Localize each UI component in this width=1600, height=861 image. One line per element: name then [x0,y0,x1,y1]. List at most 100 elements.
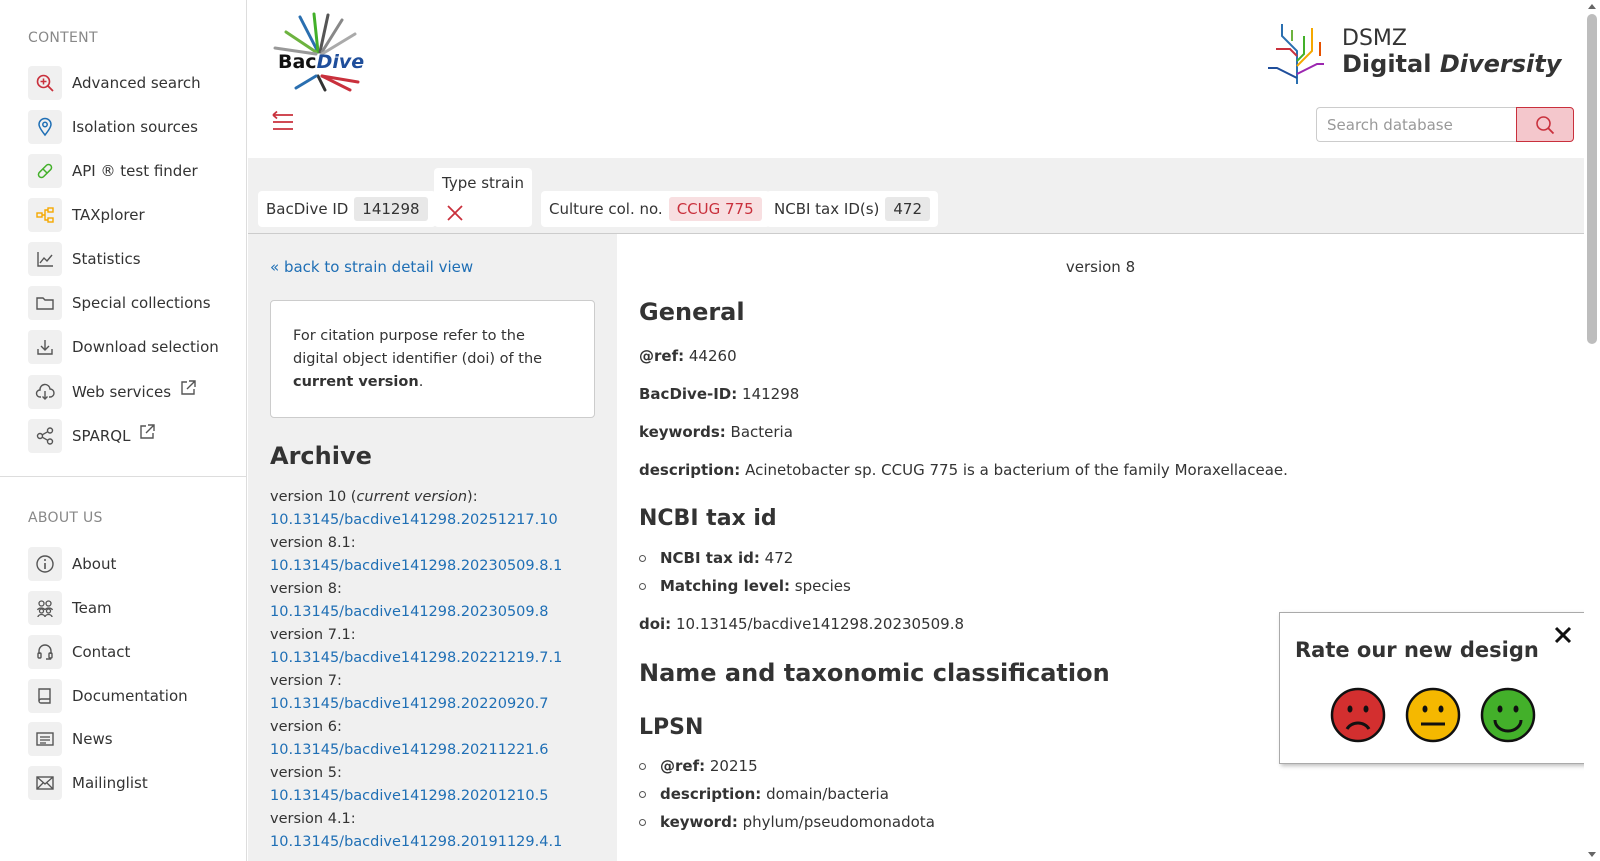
back-to-detail-link[interactable]: « back to strain detail view [270,258,473,276]
pill-icon [28,154,62,188]
archive-doi-link[interactable]: 10.13145/bacdive141298.20251217.10 [270,509,610,532]
archive-doi-link[interactable]: 10.13145/bacdive141298.20220920.7 [270,693,610,716]
strain-info-bar: BacDive ID 141298 Type strain Culture co… [248,158,1584,234]
info-icon [28,547,62,581]
rating-popup: Rate our new design [1279,612,1590,764]
citation-end: . [418,374,424,390]
field-label: keywords: [639,423,726,441]
neutral-face-icon[interactable] [1405,687,1461,743]
ncbi-tax-value: 472 [885,197,931,221]
page-scrollbar[interactable] [1584,0,1600,861]
bacdive-id-value: 141298 [354,197,428,221]
sidebar-item-about[interactable]: About [28,547,238,581]
culture-collection-chip: Culture col. no. CCUG 775 [541,191,770,227]
menu-toggle-icon[interactable] [270,110,296,136]
sidebar-item-news[interactable]: News [28,722,238,756]
current-version-italic: current version [356,489,468,505]
sidebar-item-advanced-search[interactable]: Advanced search [28,66,238,100]
sidebar-item-web-services[interactable]: Web services [28,375,238,409]
archive-title: Archive [270,442,372,470]
folder-icon [28,286,62,320]
archive-doi-link[interactable]: 10.13145/bacdive141298.20211221.6 [270,739,610,762]
search-icon [1536,115,1555,134]
sidebar-item-label: Statistics [72,250,141,268]
type-strain-label: Type strain [442,174,524,192]
sidebar-item-api-test-finder[interactable]: API ® test finder [28,154,238,188]
sidebar-item-team[interactable]: Team [28,591,238,625]
dsmz-tree-icon [1268,24,1324,84]
field-ncbi-taxid: NCBI tax id: 472 [639,549,793,567]
sidebar-item-download-selection[interactable]: Download selection [28,330,238,364]
field-label: description: [639,461,741,479]
sidebar-item-sparql[interactable]: SPARQL [28,419,238,453]
sidebar-item-label: Download selection [72,338,219,356]
sidebar-item-label: SPARQL [72,427,131,445]
search-input[interactable] [1316,107,1516,142]
share-nodes-icon [28,419,62,453]
field-value: Acinetobacter sp. CCUG 775 is a bacteriu… [745,461,1288,479]
section-lpsn-title: LPSN [639,715,704,740]
dsmz-title: DSMZ [1342,26,1407,51]
bacdive-logo[interactable]: BacDive [270,12,370,92]
cloud-download-icon [28,375,62,409]
sidebar-item-statistics[interactable]: Statistics [28,242,238,276]
field-label: @ref: [660,757,706,775]
sidebar-item-label: Mailinglist [72,774,148,792]
section-general-title: General [639,298,745,326]
digital-word: Digital [1342,50,1440,78]
field-lpsn-ref: @ref: 20215 [639,757,758,775]
archive-version-label: version 8: [270,581,342,597]
sidebar-item-documentation[interactable]: Documentation [28,679,238,713]
archive-panel: « back to strain detail view For citatio… [248,234,617,861]
archive-doi-link[interactable]: 10.13145/bacdive141298.20230509.8.1 [270,555,610,578]
archive-doi-link[interactable]: 10.13145/bacdive141298.20221219.7.1 [270,647,610,670]
field-value: 20215 [709,757,758,775]
sidebar-item-label: API ® test finder [72,162,198,180]
close-icon[interactable] [1553,625,1573,645]
scroll-down-arrow-icon[interactable] [1588,852,1596,857]
field-description: description: Acinetobacter sp. CCUG 775 … [639,461,1288,479]
field-label: keyword: [660,813,738,831]
digital-diversity-title: Digital Diversity [1342,50,1561,78]
field-value: 472 [764,549,794,567]
happy-face-icon[interactable] [1480,687,1536,743]
field-value: Bacteria [730,423,793,441]
scroll-up-arrow-icon[interactable] [1588,4,1596,9]
search-plus-icon [28,66,62,100]
content-heading: CONTENT [28,30,98,46]
sidebar-item-label: Advanced search [72,74,201,92]
version-label-end: ): [467,489,478,505]
archive-version-label: version 4.1: [270,811,356,827]
rating-title: Rate our new design [1295,638,1539,662]
sidebar-item-isolation-sources[interactable]: Isolation sources [28,110,238,144]
scroll-thumb[interactable] [1587,14,1597,344]
field-label: description: [660,785,762,803]
sidebar-item-label: News [72,730,113,748]
field-ref: @ref: 44260 [639,347,737,365]
book-icon [28,679,62,713]
archive-doi-link[interactable]: 10.13145/bacdive141298.20230509.8 [270,601,610,624]
field-value: domain/bacteria [766,785,889,803]
section-taxonomy-title: Name and taxonomic classification [639,659,1110,687]
cross-icon [447,205,463,221]
archive-version-label: version 7: [270,673,342,689]
dsmz-logo[interactable]: DSMZ Digital Diversity [1262,16,1561,86]
sidebar-item-taxplorer[interactable]: TAXplorer [28,198,238,232]
sidebar-item-special-collections[interactable]: Special collections [28,286,238,320]
chart-line-icon [28,242,62,276]
archive-doi-link[interactable]: 10.13145/bacdive141298.20201210.5 [270,785,610,808]
field-lpsn-keyword: keyword: phylum/pseudomonadota [639,813,935,831]
team-icon [28,591,62,625]
archive-doi-link[interactable]: 10.13145/bacdive141298.20191129.4.1 [270,831,610,854]
sidebar-item-mailinglist[interactable]: Mailinglist [28,766,238,800]
version-detail: version 8 General @ref: 44260 BacDive-ID… [617,234,1584,861]
sidebar-item-contact[interactable]: Contact [28,635,238,669]
culture-collection-value[interactable]: CCUG 775 [668,197,762,221]
search-button[interactable] [1516,107,1574,142]
bacdive-logo-graphic: BacDive [273,12,364,92]
field-value: 10.13145/bacdive141298.20230509.8 [675,615,965,633]
external-link-icon [140,424,156,439]
tree-icon [28,198,62,232]
sad-face-icon[interactable] [1330,687,1386,743]
ncbi-tax-label: NCBI tax ID(s) [774,200,880,218]
